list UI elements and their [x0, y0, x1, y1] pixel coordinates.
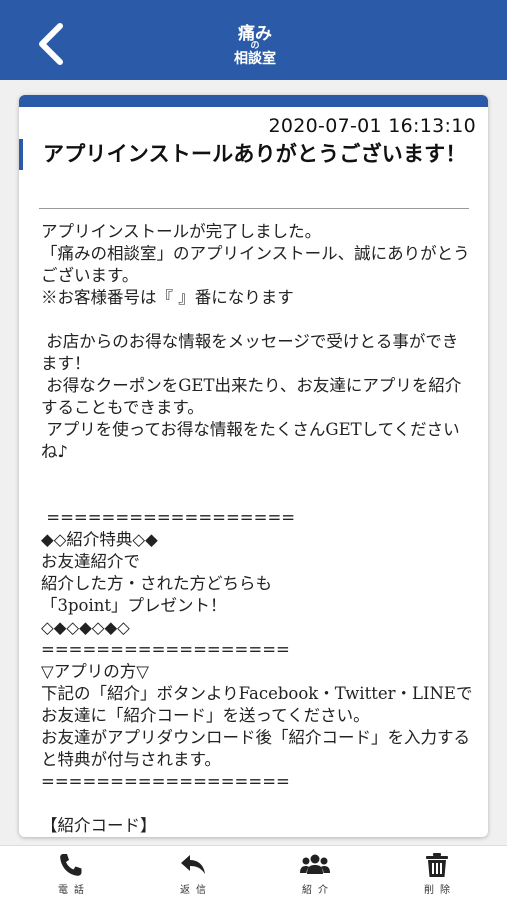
delete-button[interactable]: 削除	[392, 852, 482, 896]
app-header: 痛み の 相談室	[0, 0, 507, 80]
app-logo: 痛み の 相談室	[220, 26, 290, 67]
logo-line2: の	[250, 41, 260, 51]
phone-icon	[60, 854, 82, 876]
title-divider	[39, 208, 469, 209]
message-date: 2020-07-01 16:13:10	[268, 115, 476, 137]
users-icon	[300, 854, 330, 874]
chevron-left-icon	[39, 23, 63, 65]
trash-icon	[426, 853, 448, 877]
message-card: 2020-07-01 16:13:10 アプリインストールありがとうございます！…	[19, 95, 488, 837]
reply-label: 返信	[180, 885, 212, 896]
back-button[interactable]	[30, 22, 74, 66]
bottom-toolbar: 電話 返信 紹介 削除	[0, 845, 507, 900]
share-label: 紹介	[302, 885, 334, 896]
message-title: アプリインストールありがとうございます！	[43, 142, 467, 166]
share-button[interactable]: 紹介	[270, 852, 360, 896]
reply-icon	[181, 855, 205, 874]
logo-line3: 相談室	[234, 51, 276, 67]
title-block: アプリインストールありがとうございます！	[19, 139, 488, 170]
card-accent-bar	[19, 95, 488, 107]
phone-label: 電話	[58, 885, 90, 896]
phone-button[interactable]: 電話	[26, 852, 116, 896]
delete-label: 削除	[424, 885, 456, 896]
reply-button[interactable]: 返信	[148, 852, 238, 896]
message-body: アプリインストールが完了しました。 「痛みの相談室」のアプリインストール、誠にあ…	[41, 222, 473, 835]
